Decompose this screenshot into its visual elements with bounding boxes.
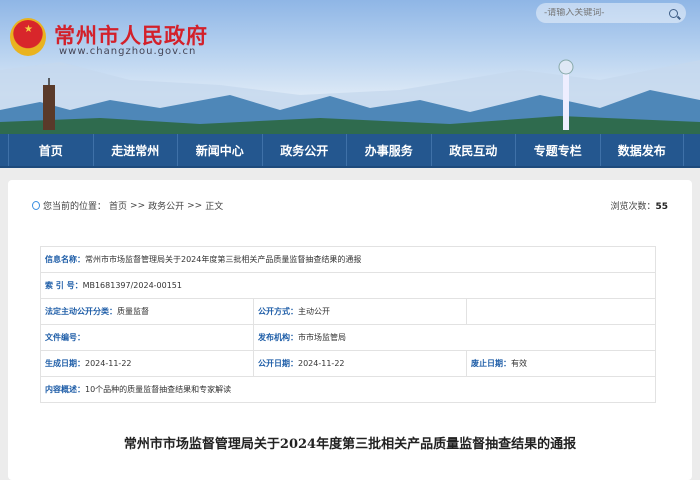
info-table: 信息名称：常州市市场监督管理局关于2024年度第三批相关产品质量监督抽查结果的通… [40, 246, 656, 403]
nav-item-about[interactable]: 走进常州 [92, 134, 178, 166]
search-icon[interactable] [669, 8, 678, 18]
view-count: 浏览次数：55 [610, 202, 668, 212]
site-url: www.changzhou.gov.cn [59, 46, 197, 57]
search-box [536, 3, 686, 23]
info-name: 常州市市场监督管理局关于2024年度第三批相关产品质量监督抽查结果的通报 [85, 255, 362, 264]
nav-item-government-affairs[interactable]: 政务公开 [261, 134, 347, 166]
national-emblem-logo: ★ [10, 18, 46, 56]
search-input[interactable] [544, 8, 669, 18]
location-icon [32, 201, 40, 210]
nav-item-services[interactable]: 办事服务 [346, 134, 431, 166]
breadcrumb-current: 正文 [205, 202, 224, 212]
article-title: 常州市市场监督管理局关于2024年度第三批相关产品质量监督抽查结果的通报 [123, 437, 577, 452]
breadcrumb-gov-affairs[interactable]: 政务公开 [148, 199, 184, 212]
breadcrumb: 您当前的位置： 首页 >> 政务公开 >> 正文 [32, 199, 223, 212]
info-index: MB1681397/2024-00151 [82, 281, 182, 290]
nav-item-home[interactable]: 首页 [8, 134, 93, 166]
main-nav: 首页 走进常州 新闻中心 政务公开 办事服务 政民互动 专题专栏 数据发布 [0, 134, 700, 168]
nav-item-interaction[interactable]: 政民互动 [430, 134, 516, 166]
header-banner: ★ 常州市人民政府 www.changzhou.gov.cn [0, 0, 700, 134]
content-card: 您当前的位置： 首页 >> 政务公开 >> 正文 浏览次数：55 信息名称：常州… [8, 180, 692, 480]
nav-item-data[interactable]: 数据发布 [599, 134, 684, 166]
nav-item-news[interactable]: 新闻中心 [177, 134, 262, 166]
nav-item-topics[interactable]: 专题专栏 [515, 134, 600, 166]
breadcrumb-home[interactable]: 首页 [109, 199, 127, 212]
